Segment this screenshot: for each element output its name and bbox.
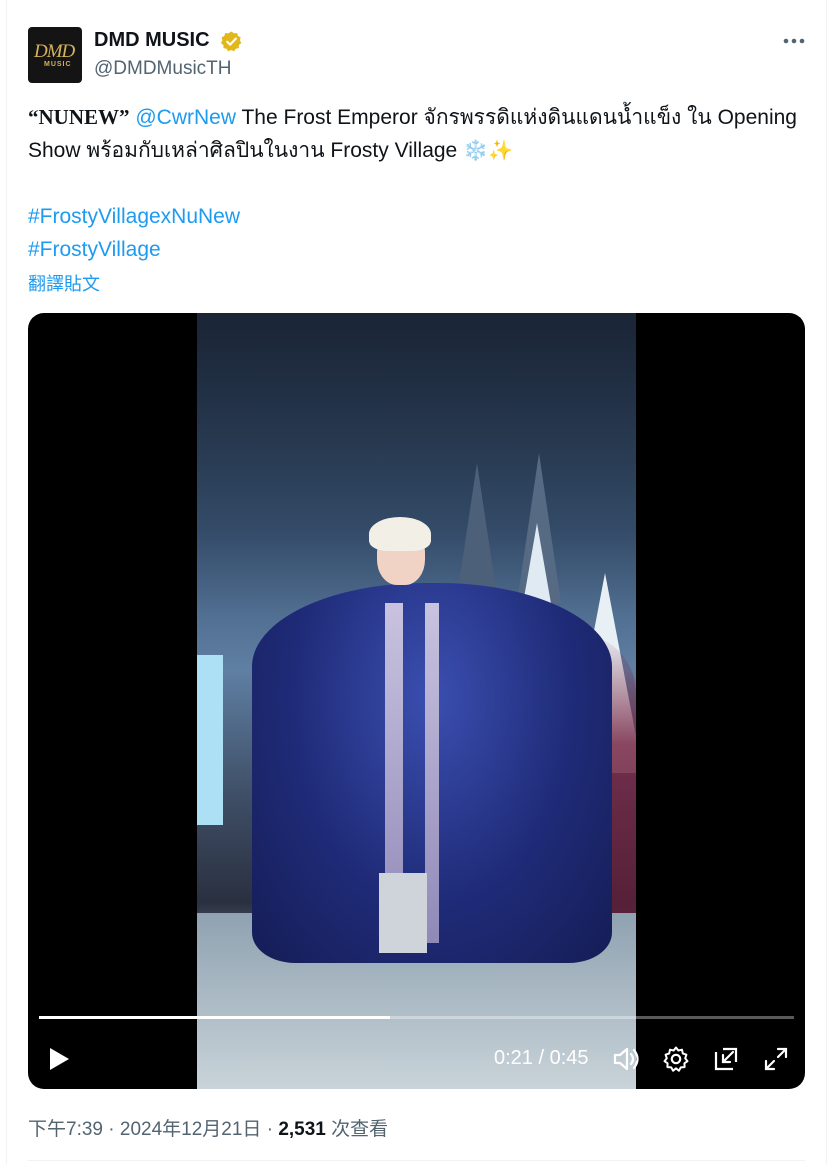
author-name[interactable]: DMD MUSIC [94, 29, 210, 52]
video-progress-fill [39, 1016, 391, 1019]
video-time: 0:21 / 0:45 [494, 1047, 589, 1070]
volume-icon[interactable] [611, 1044, 641, 1074]
play-icon[interactable] [46, 1046, 72, 1072]
tweet-meta: 下午7:39 · 2024年12月21日 · 2,531 次查看 [28, 1114, 388, 1141]
sparkles-emoji: ✨ [487, 138, 513, 162]
avatar-logo-subtext: MUSIC [44, 61, 72, 68]
avatar-logo-text: DMD [34, 41, 75, 62]
post-time[interactable]: 下午7:39 [28, 1119, 103, 1140]
video-performer [379, 873, 427, 953]
views-count: 2,531 [278, 1119, 326, 1140]
meta-separator: · [102, 1119, 120, 1140]
line-spacer [28, 167, 798, 200]
gear-icon[interactable] [661, 1044, 691, 1074]
snowflake-emoji: ❄️ [463, 138, 488, 162]
tweet-card: DMD MUSIC DMD MUSIC @DMDMusicTH “NUNEW” … [0, 0, 829, 1164]
video-backdrop [197, 655, 223, 825]
picture-in-picture-icon[interactable] [711, 1044, 741, 1074]
meta-separator: · [261, 1119, 279, 1140]
video-performer [369, 517, 431, 551]
post-date[interactable]: 2024年12月21日 [120, 1119, 262, 1140]
video-progress-bar[interactable] [39, 1016, 794, 1019]
video-player[interactable]: 0:21 / 0:45 [28, 313, 805, 1089]
views-label: 次查看 [325, 1119, 389, 1140]
current-time: 0:21 [494, 1047, 533, 1069]
tweet-lead: “NUNEW” [28, 105, 130, 129]
divider [28, 1160, 805, 1161]
author-handle[interactable]: @DMDMusicTH [94, 58, 232, 80]
hashtag-link[interactable]: #FrostyVillage [28, 233, 798, 266]
video-performer [425, 603, 439, 943]
duration: 0:45 [549, 1047, 589, 1069]
translate-post-link[interactable]: 翻譯貼文 [28, 270, 100, 296]
divider [826, 0, 827, 1164]
tweet-text: “NUNEW” @CwrNew The Frost Emperor จักรพร… [28, 101, 798, 266]
verified-badge-icon[interactable] [220, 30, 243, 53]
hashtag-link[interactable]: #FrostyVillagexNuNew [28, 200, 798, 233]
mention-link[interactable]: @CwrNew [135, 106, 236, 129]
divider [6, 0, 7, 1164]
video-frame[interactable] [197, 313, 636, 1089]
more-options-icon[interactable] [781, 30, 807, 52]
avatar[interactable]: DMD MUSIC [28, 27, 82, 83]
fullscreen-icon[interactable] [761, 1044, 791, 1074]
time-separator: / [532, 1047, 550, 1069]
